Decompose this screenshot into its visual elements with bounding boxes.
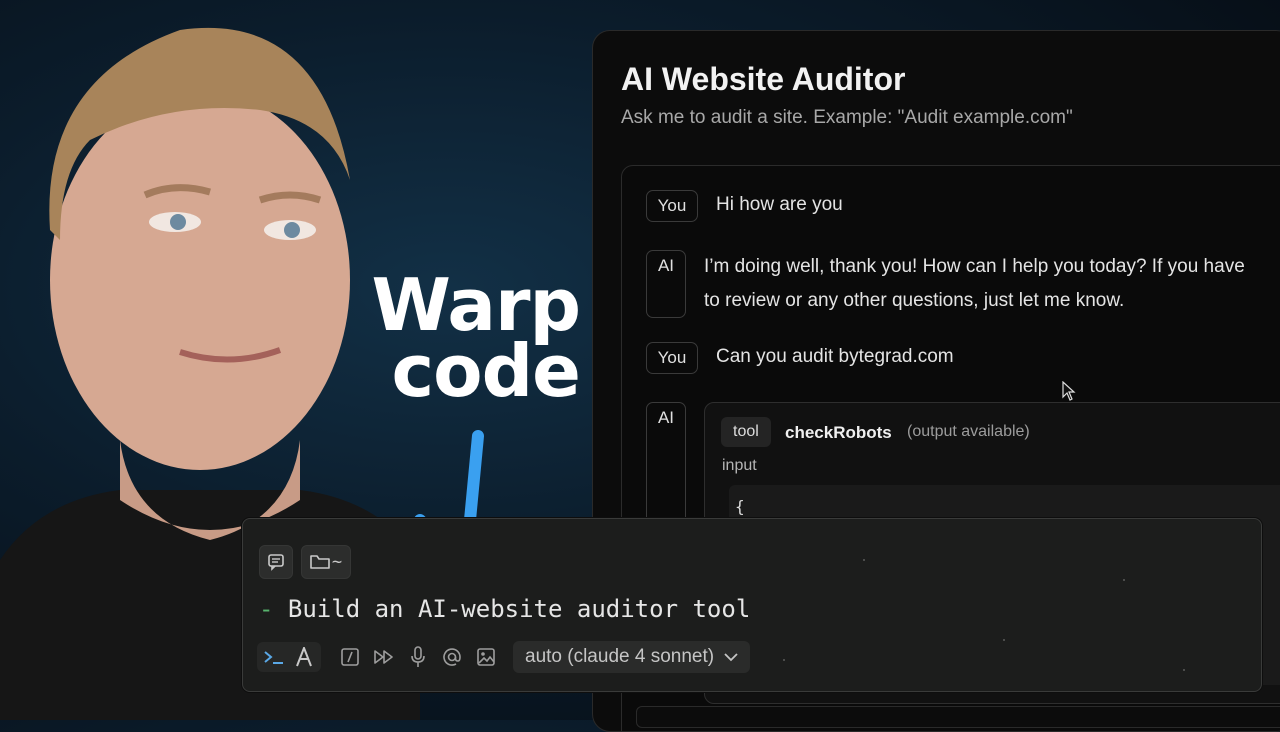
directory-label: ~: [331, 552, 343, 572]
secondary-input-strip: [636, 706, 1280, 728]
chevron-down-icon: [724, 653, 738, 662]
conversation-button[interactable]: [259, 545, 293, 579]
input-toolbar: auto (claude 4 sonnet): [257, 641, 751, 673]
tool-input-label: input: [722, 457, 757, 474]
chat-message-user: Can you audit bytegrad.com: [716, 346, 954, 367]
tool-name: checkRobots: [785, 423, 892, 442]
tool-badge: tool: [721, 417, 771, 447]
mention-button[interactable]: [439, 644, 465, 670]
auto-approve-button[interactable]: [371, 644, 397, 670]
page-subtitle: Ask me to audit a site. Example: "Audit …: [621, 107, 1073, 128]
chat-icon: [268, 554, 284, 571]
microphone-icon: [411, 646, 425, 667]
overlay-title-line2: code: [391, 329, 581, 413]
directory-chip[interactable]: ~: [301, 545, 351, 579]
agent-icon: [296, 647, 312, 667]
page-title: AI Website Auditor: [621, 61, 906, 97]
agent-mode-button[interactable]: [291, 644, 317, 670]
terminal-mode-button[interactable]: [261, 644, 287, 670]
prompt-input[interactable]: - Build an AI-website auditor tool: [259, 595, 750, 623]
at-icon: [443, 648, 461, 666]
attach-image-button[interactable]: [473, 644, 499, 670]
chat-message-user: Hi how are you: [716, 194, 843, 215]
chat-message-ai-line1: I’m doing well, thank you! How can I hel…: [704, 256, 1245, 277]
tool-status: (output available): [907, 423, 1030, 440]
context-chips: ~: [259, 545, 351, 579]
mouse-cursor-icon: [1062, 381, 1076, 401]
chat-message-ai-line2: to review or any other questions, just l…: [704, 290, 1125, 311]
overlay-title: Warp code: [360, 269, 581, 413]
prompt-text: Build an AI-website auditor tool: [273, 595, 751, 623]
role-badge-ai: AI: [646, 250, 686, 318]
role-badge-user: You: [646, 190, 698, 222]
image-icon: [477, 648, 495, 666]
mode-toggle: [257, 642, 321, 672]
voice-input-button[interactable]: [405, 644, 431, 670]
terminal-icon: [264, 651, 283, 664]
folder-icon: [310, 555, 330, 569]
code-line: {: [735, 497, 745, 516]
model-label: auto (claude 4 sonnet): [525, 646, 715, 667]
model-selector[interactable]: auto (claude 4 sonnet): [513, 641, 751, 673]
slash-icon: [341, 648, 359, 666]
slash-command-button[interactable]: [337, 644, 363, 670]
fast-forward-icon: [374, 650, 393, 664]
warp-input-panel: ~ - Build an AI-website auditor tool aut…: [242, 518, 1262, 692]
prompt-prefix: -: [259, 595, 274, 623]
role-badge-user: You: [646, 342, 698, 374]
